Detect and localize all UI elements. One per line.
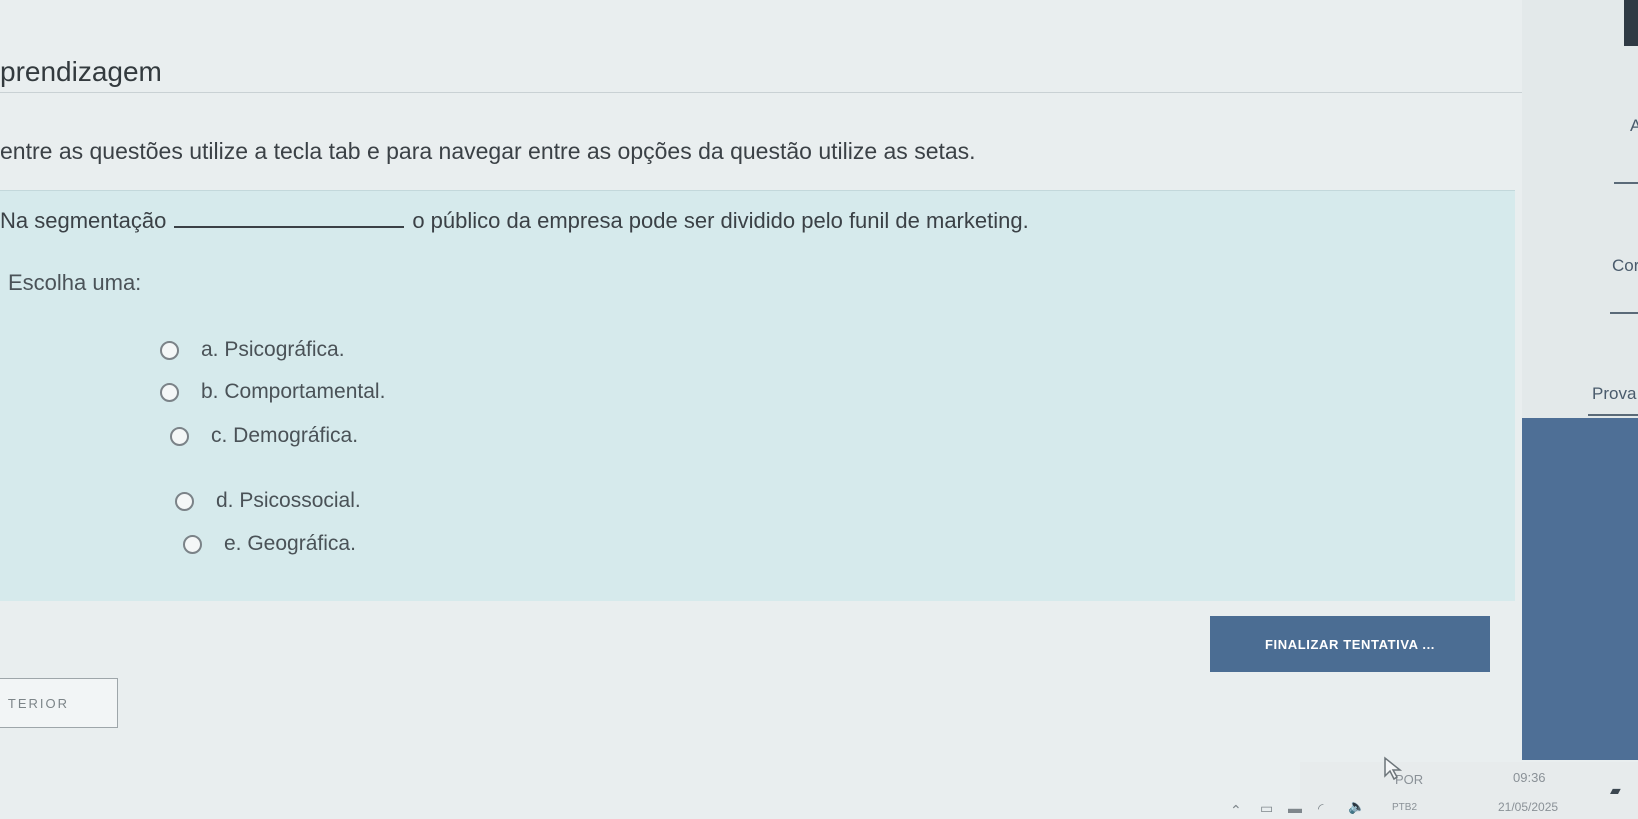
previous-page-button[interactable]: TERIOR	[0, 678, 118, 728]
navigation-instructions: entre as questões utilize a tecla tab e …	[0, 138, 976, 164]
option-b[interactable]: b. Comportamental.	[160, 380, 385, 404]
option-c-label: c. Demográfica.	[211, 424, 359, 447]
option-d[interactable]: d. Psicossocial.	[175, 489, 361, 513]
radio-option-c[interactable]	[170, 426, 189, 446]
wifi-icon[interactable]: ◜	[1318, 800, 1323, 817]
panel-letter: A	[1630, 116, 1638, 135]
radio-option-d[interactable]	[175, 491, 194, 511]
option-a[interactable]: a. Psicográfica.	[160, 338, 345, 362]
clock-time[interactable]: 09:36	[1513, 770, 1546, 785]
panel-accent-strip	[1522, 418, 1638, 760]
option-a-label: a. Psicográfica.	[201, 338, 345, 361]
radio-option-b[interactable]	[160, 382, 179, 402]
clock-date[interactable]: 21/05/2025	[1498, 800, 1558, 814]
radio-option-a[interactable]	[160, 340, 179, 360]
title-divider	[0, 92, 1570, 93]
network-icon[interactable]: ▭	[1260, 800, 1273, 817]
option-c[interactable]: c. Demográfica.	[170, 424, 358, 448]
panel-label-prova[interactable]: Prova	[1592, 384, 1636, 404]
finish-attempt-button[interactable]: FINALIZAR TENTATIVA ...	[1210, 616, 1490, 672]
panel-edge	[1624, 0, 1638, 46]
panel-divider-3	[1588, 414, 1638, 416]
question-text-after: o público da empresa pode ser dividido p…	[412, 208, 1029, 233]
option-e-label: e. Geográfica.	[224, 532, 356, 555]
quiz-navigation-panel: A Cor Prova	[1522, 0, 1638, 760]
chevron-up-icon[interactable]: ⌃	[1230, 802, 1242, 819]
system-taskbar: POR PTB2 09:36 21/05/2025 ⌃ ▭ ▬ ◜ 🔈 ▰	[1230, 762, 1638, 819]
mouse-cursor-icon	[1384, 756, 1403, 781]
keyboard-layout[interactable]: PTB2	[1392, 802, 1417, 813]
option-b-label: b. Comportamental.	[201, 380, 386, 403]
question-text-before: Na segmentação	[0, 208, 167, 233]
question-text: Na segmentação o público da empresa pode …	[0, 208, 1029, 234]
battery-icon[interactable]: ▬	[1288, 800, 1302, 816]
option-e[interactable]: e. Geográfica.	[183, 532, 356, 556]
choose-label: Escolha uma:	[8, 270, 142, 295]
option-d-label: d. Psicossocial.	[216, 489, 361, 512]
panel-divider-2	[1610, 312, 1638, 314]
radio-option-e[interactable]	[183, 534, 202, 554]
answer-blank	[174, 208, 405, 228]
notification-icon[interactable]: ▰	[1610, 782, 1621, 799]
page-title: prendizagem	[0, 56, 162, 87]
panel-label-cor[interactable]: Cor	[1612, 256, 1638, 276]
volume-icon[interactable]: 🔈	[1348, 798, 1365, 815]
panel-divider	[1614, 182, 1638, 184]
